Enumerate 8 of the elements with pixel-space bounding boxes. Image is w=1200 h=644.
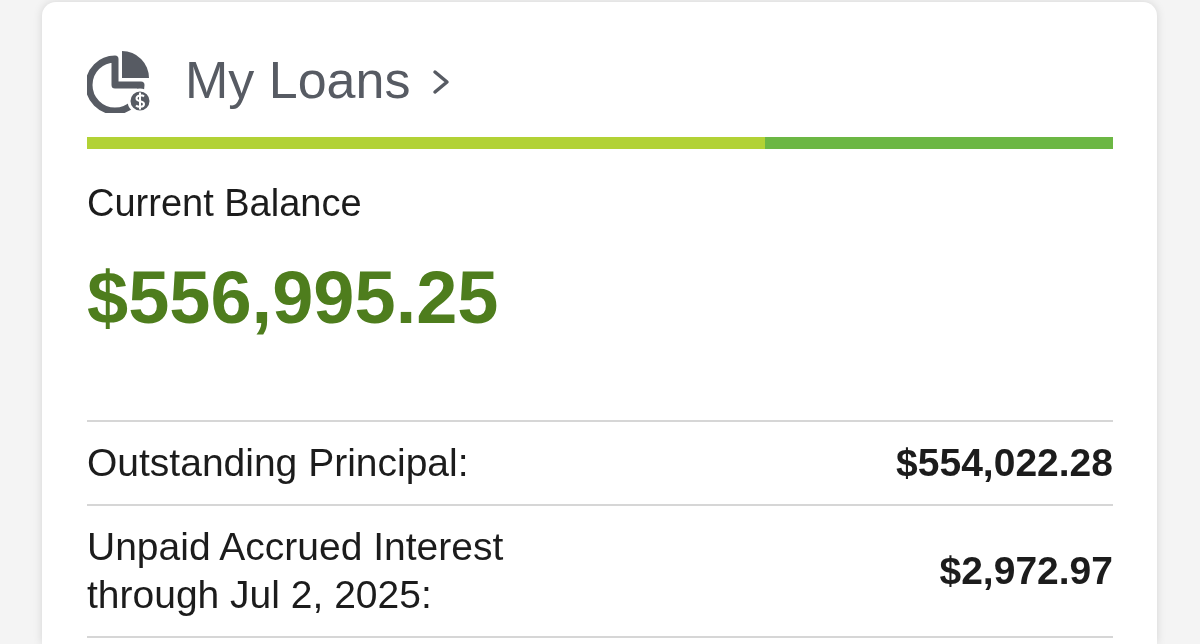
balance-label: Current Balance: [87, 181, 363, 226]
detail-value: $554,022.28: [896, 440, 1113, 486]
balance-amount: $556,995.25: [87, 257, 500, 339]
detail-label: Outstanding Principal:: [87, 440, 469, 486]
chevron-right-icon: [432, 69, 451, 95]
my-loans-link[interactable]: My Loans: [185, 49, 451, 111]
detail-value: $2,972.97: [939, 548, 1113, 594]
detail-label: Unpaid Accrued Interest through Jul 2, 2025:: [87, 524, 505, 618]
